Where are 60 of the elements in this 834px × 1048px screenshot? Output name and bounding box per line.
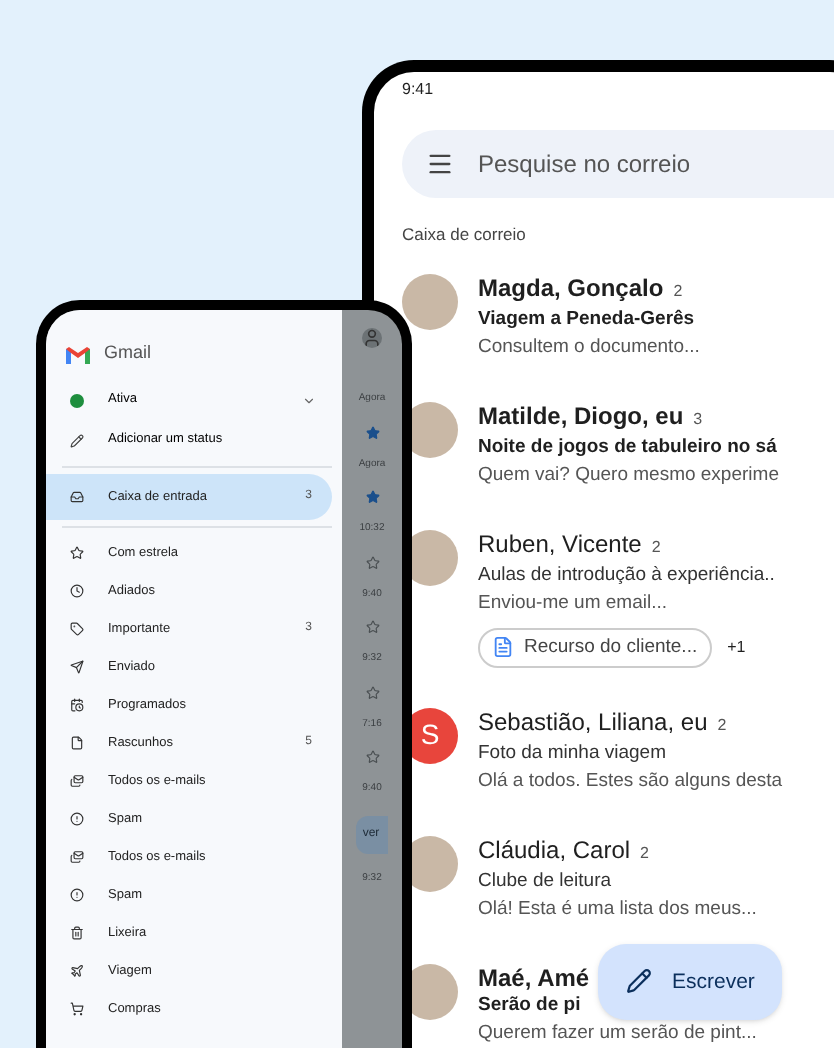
menu-icon[interactable]: [426, 150, 454, 178]
sender-name: Cláudia, Carol: [478, 835, 631, 864]
cart-icon: [70, 1002, 84, 1016]
star-icon[interactable]: [365, 555, 379, 569]
email-preview: Quem vai? Quero mesmo experime: [478, 461, 779, 490]
email-preview: Querem fazer um serão de pint...: [478, 1019, 757, 1048]
attachment-chip[interactable]: Recurso do cliente...: [478, 627, 712, 668]
email-preview: Enviou-me um email...: [478, 589, 670, 618]
sender-name: Maé, Amé: [478, 963, 590, 992]
compose-button[interactable]: Escrever: [598, 943, 783, 1020]
thread-count: 2: [673, 279, 683, 304]
email-subject: Serão de pi: [478, 991, 583, 1020]
thread-count: 2: [717, 713, 727, 738]
app-name: Gmail: [104, 340, 152, 367]
star-icon[interactable]: [365, 685, 379, 699]
thread-count: 3: [693, 407, 703, 432]
pencil-icon: [70, 433, 84, 447]
mails-icon: [70, 850, 84, 864]
star-icon[interactable]: [365, 425, 379, 439]
email-subject: Foto da minha viagem: [478, 739, 668, 768]
more-attachments: +1: [727, 635, 746, 660]
sender-name: Magda, Gonçalo: [478, 273, 664, 302]
plane-icon: [70, 964, 84, 978]
status-time: 9:41: [402, 78, 434, 102]
search-field[interactable]: Pesquise no correio: [478, 146, 818, 182]
gmail-logo-icon: [66, 345, 90, 363]
avatar-photo-placeholder: [402, 273, 458, 330]
email-subject: Noite de jogos de tabuleiro no sá: [478, 433, 779, 462]
sender-name: Matilde, Diogo, eu: [478, 401, 684, 430]
star-icon[interactable]: [365, 490, 379, 504]
send-icon: [70, 660, 84, 674]
alert-icon: [70, 888, 84, 902]
thread-count: 2: [640, 841, 649, 866]
document-icon: [70, 736, 84, 750]
attachment-name: Recurso do cliente...: [524, 633, 698, 662]
email-subject: Clube de leitura: [478, 867, 614, 896]
label-icon: [70, 622, 84, 636]
thread-count: 2: [651, 535, 661, 560]
email-subject: Viagem a Peneda-Gerês: [478, 305, 697, 334]
clock-icon: [70, 584, 84, 598]
sender-name: Sebastião, Liliana, eu: [478, 707, 708, 736]
email-preview: Olá! Esta é uma lista dos meus...: [478, 895, 757, 924]
email-subject: Aulas de introdução à experiência..: [478, 561, 775, 590]
inbox-icon: [70, 490, 84, 504]
sender-name: Ruben, Vicente: [478, 529, 642, 558]
email-preview: Olá a todos. Estes são alguns desta: [478, 767, 783, 796]
profile-avatar-icon[interactable]: [362, 328, 382, 348]
star-icon[interactable]: [365, 620, 379, 634]
calendar-clock-icon: [70, 698, 84, 712]
search-bar[interactable]: Pesquise no correio: [402, 130, 834, 198]
pencil-icon: [626, 968, 652, 995]
document-icon: [492, 636, 514, 659]
star-icon: [70, 546, 84, 560]
trash-icon: [70, 926, 84, 940]
alert-icon: [70, 812, 84, 826]
section-label: Caixa de correio: [402, 222, 526, 248]
star-icon[interactable]: [365, 750, 379, 764]
email-preview: Consultem o documento...: [478, 333, 700, 362]
mails-icon: [70, 774, 84, 788]
chevron-down-icon[interactable]: [302, 393, 316, 407]
